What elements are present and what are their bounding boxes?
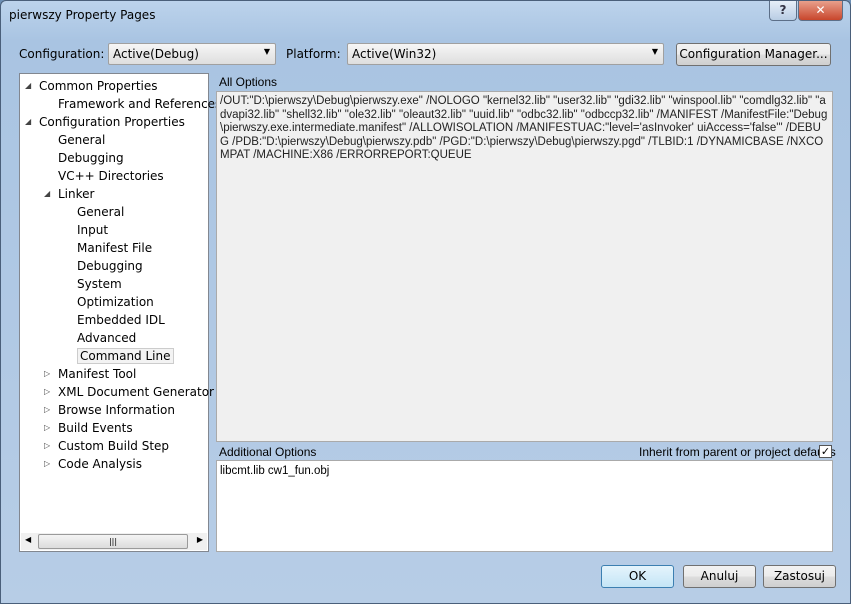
platform-value: Active(Win32): [352, 47, 437, 61]
tree-item-label: Build Events: [58, 421, 133, 435]
tree-item-label: Framework and References: [58, 97, 222, 111]
platform-dropdown[interactable]: Active(Win32) ▼: [347, 43, 664, 65]
scroll-right-icon[interactable]: ▶: [197, 535, 203, 544]
tree-item-label: Browse Information: [58, 403, 175, 417]
tree-item[interactable]: VC++ Directories: [58, 167, 164, 185]
tree-item[interactable]: ▷ Build Events: [44, 419, 133, 437]
help-button[interactable]: ?: [769, 1, 797, 21]
tree-item[interactable]: Advanced: [77, 329, 136, 347]
tree-item[interactable]: Framework and References: [58, 95, 221, 113]
collapse-arrow-icon[interactable]: ◢: [25, 113, 31, 131]
tree-item[interactable]: Input: [77, 221, 108, 239]
all-options-label: All Options: [219, 75, 278, 89]
expand-arrow-icon[interactable]: ▷: [44, 419, 50, 437]
tree-item-label: Manifest File: [77, 241, 153, 255]
tree-item-label: Debugging: [58, 151, 124, 165]
window-title: pierwszy Property Pages: [9, 8, 156, 22]
scrollbar-thumb[interactable]: |||: [38, 534, 188, 549]
tree-item-label: Custom Build Step: [58, 439, 170, 453]
tree-item[interactable]: General: [77, 203, 124, 221]
expand-arrow-icon[interactable]: ▷: [44, 383, 50, 401]
additional-options-input[interactable]: libcmt.lib cw1_fun.obj: [216, 460, 833, 552]
cancel-button[interactable]: Anuluj: [683, 565, 756, 588]
tree-item-label: Linker: [58, 187, 95, 201]
tree-item[interactable]: ▷ Manifest Tool: [44, 365, 137, 383]
tree-item[interactable]: ▷ Code Analysis: [44, 455, 142, 473]
tree-item-label: Code Analysis: [58, 457, 142, 471]
tree-item[interactable]: ◢ Common Properties: [25, 77, 158, 95]
tree-item-label: Optimization: [77, 295, 154, 309]
configuration-manager-button[interactable]: Configuration Manager...: [676, 43, 831, 66]
chevron-down-icon: ▼: [263, 47, 270, 56]
expand-arrow-icon[interactable]: ▷: [44, 365, 50, 383]
close-button[interactable]: ✕: [798, 1, 843, 21]
tree-item-label: VC++ Directories: [58, 169, 164, 183]
configuration-dropdown[interactable]: Active(Debug) ▼: [108, 43, 276, 65]
tree-item[interactable]: Debugging: [58, 149, 124, 167]
tree-item[interactable]: ▷ Browse Information: [44, 401, 175, 419]
tree-item[interactable]: Debugging: [77, 257, 143, 275]
ok-button[interactable]: OK: [601, 565, 674, 588]
tree-item-label: Manifest Tool: [58, 367, 137, 381]
tree-item-label: Debugging: [77, 259, 143, 273]
configuration-label: Configuration:: [19, 47, 105, 61]
tree-item-label: Embedded IDL: [77, 313, 165, 327]
property-tree[interactable]: ◀ ||| ▶ ◢ Common Properties Framework and …: [19, 73, 221, 552]
tree-item[interactable]: Manifest File: [77, 239, 152, 257]
tree-item-label: Input: [77, 223, 109, 237]
tree-item-label: General: [58, 133, 106, 147]
tree-item-label: General: [77, 205, 125, 219]
additional-options-label: Additional Options: [219, 445, 317, 459]
tree-item[interactable]: ◢ Linker: [44, 185, 95, 203]
tree-item[interactable]: Embedded IDL: [77, 311, 165, 329]
close-icon: ✕: [815, 3, 826, 17]
tree-item[interactable]: System: [77, 275, 122, 293]
tree-item[interactable]: Optimization: [77, 293, 154, 311]
tree-item-label: System: [77, 277, 122, 291]
expand-arrow-icon[interactable]: ▷: [44, 455, 50, 473]
tree-item[interactable]: ▷ XML Document Generator: [44, 383, 214, 401]
tree-item-label: Configuration Properties: [39, 115, 185, 129]
tree-item-label: Common Properties: [39, 79, 158, 93]
apply-button[interactable]: Zastosuj: [763, 565, 836, 588]
collapse-arrow-icon[interactable]: ◢: [44, 185, 50, 203]
tree-item[interactable]: ▷ Custom Build Step: [44, 437, 170, 455]
platform-label: Platform:: [286, 47, 341, 61]
tree-item[interactable]: General: [58, 131, 105, 149]
chevron-down-icon: ▼: [651, 47, 658, 56]
question-icon: ?: [779, 3, 787, 17]
tree-item-label: Command Line: [77, 348, 174, 364]
configuration-value: Active(Debug): [113, 47, 199, 61]
all-options-text[interactable]: /OUT:"D:\pierwszy\Debug\pierwszy.exe" /N…: [216, 91, 833, 442]
tree-item-label: Advanced: [77, 331, 137, 345]
checkmark-icon: ✓: [820, 445, 831, 458]
tree-item-label: XML Document Generator: [58, 385, 214, 399]
scroll-left-icon[interactable]: ◀: [25, 535, 31, 544]
tree-item[interactable]: Command Line: [77, 347, 174, 365]
expand-arrow-icon[interactable]: ▷: [44, 437, 50, 455]
inherit-checkbox[interactable]: ✓: [819, 445, 832, 458]
inherit-label: Inherit from parent or project defaults: [639, 445, 836, 459]
tree-item[interactable]: ◢ Configuration Properties: [25, 113, 185, 131]
collapse-arrow-icon[interactable]: ◢: [25, 77, 31, 95]
tree-horizontal-scrollbar[interactable]: ◀ ||| ▶: [21, 533, 207, 550]
expand-arrow-icon[interactable]: ▷: [44, 401, 50, 419]
